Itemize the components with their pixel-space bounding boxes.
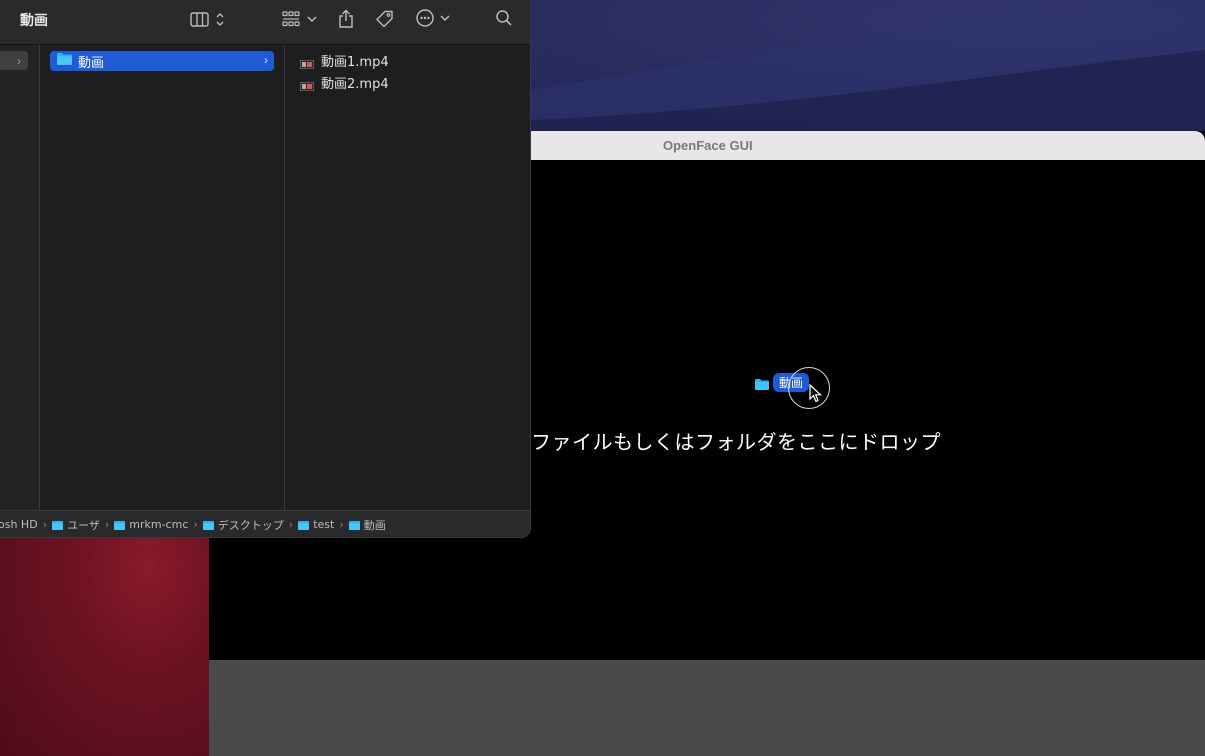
share-icon[interactable] xyxy=(337,9,355,29)
file-label: 動画2.mp4 xyxy=(321,76,389,92)
desktop-wallpaper-red xyxy=(0,520,212,756)
folder-icon xyxy=(202,520,214,530)
folder-icon xyxy=(57,52,72,70)
video-file-icon xyxy=(299,56,315,69)
path-bar: osh HD › ユーザ › mrkm-cmc › デスクトップ › test … xyxy=(0,510,530,537)
path-segment[interactable]: osh HD xyxy=(0,518,38,531)
chevron-right-icon: › xyxy=(17,54,21,68)
path-segment[interactable]: デスクトップ xyxy=(202,517,284,533)
file-label: 動画1.mp4 xyxy=(321,54,389,70)
path-segment[interactable]: mrkm-cmc xyxy=(114,518,188,531)
path-label: mrkm-cmc xyxy=(129,518,189,531)
folder-icon xyxy=(52,520,64,530)
openface-bottom-panel xyxy=(209,660,1205,756)
finder-toolbar: 動画 xyxy=(0,0,530,45)
finder-title: 動画 xyxy=(20,13,48,29)
path-separator: › xyxy=(193,518,198,531)
columns-view-icon[interactable] xyxy=(190,9,230,29)
tag-icon[interactable] xyxy=(374,9,394,29)
folder-icon xyxy=(298,520,310,530)
path-separator: › xyxy=(42,518,48,531)
group-icon[interactable] xyxy=(281,9,319,29)
path-separator: › xyxy=(104,518,110,531)
folder-row-selected[interactable]: 動画 › xyxy=(50,51,274,71)
finder-column-files[interactable]: 動画1.mp4 動画2.mp4 xyxy=(285,45,530,510)
finder-column-parent[interactable]: › xyxy=(0,45,40,510)
finder-window: 動画 › 動画 › 動画1.mp4 動画2.mp4 osh HD › ユーザ ›… xyxy=(0,0,531,538)
path-label: test xyxy=(313,518,335,531)
folder-label: 動画 xyxy=(78,55,105,71)
path-separator: › xyxy=(288,518,294,531)
drop-prompt: ファイルもしくはフォルダをここにドロップ xyxy=(531,430,941,454)
video-file-icon xyxy=(299,78,315,91)
file-row[interactable]: 動画2.mp4 xyxy=(299,72,389,92)
home-folder-icon xyxy=(114,520,126,530)
path-label: 動画 xyxy=(363,518,386,532)
path-segment[interactable]: test xyxy=(298,518,334,531)
path-separator: › xyxy=(339,518,344,531)
file-row[interactable]: 動画1.mp4 xyxy=(299,50,389,70)
path-label: ユーザ xyxy=(67,518,100,532)
parent-selected-row[interactable]: › xyxy=(0,51,28,70)
path-segment[interactable]: 動画 xyxy=(348,517,386,533)
folder-icon xyxy=(755,377,769,390)
finder-column-folders[interactable]: 動画 › xyxy=(40,45,285,510)
path-label: osh HD xyxy=(0,518,38,531)
more-icon[interactable] xyxy=(415,9,451,29)
folder-icon xyxy=(348,520,360,530)
chevron-right-icon: › xyxy=(264,53,268,67)
search-icon[interactable] xyxy=(495,9,513,29)
path-segment[interactable]: ユーザ xyxy=(52,517,100,533)
path-label: デスクトップ xyxy=(217,518,284,532)
cursor-arrow-icon xyxy=(809,384,823,403)
window-title: OpenFace GUI xyxy=(663,138,753,153)
